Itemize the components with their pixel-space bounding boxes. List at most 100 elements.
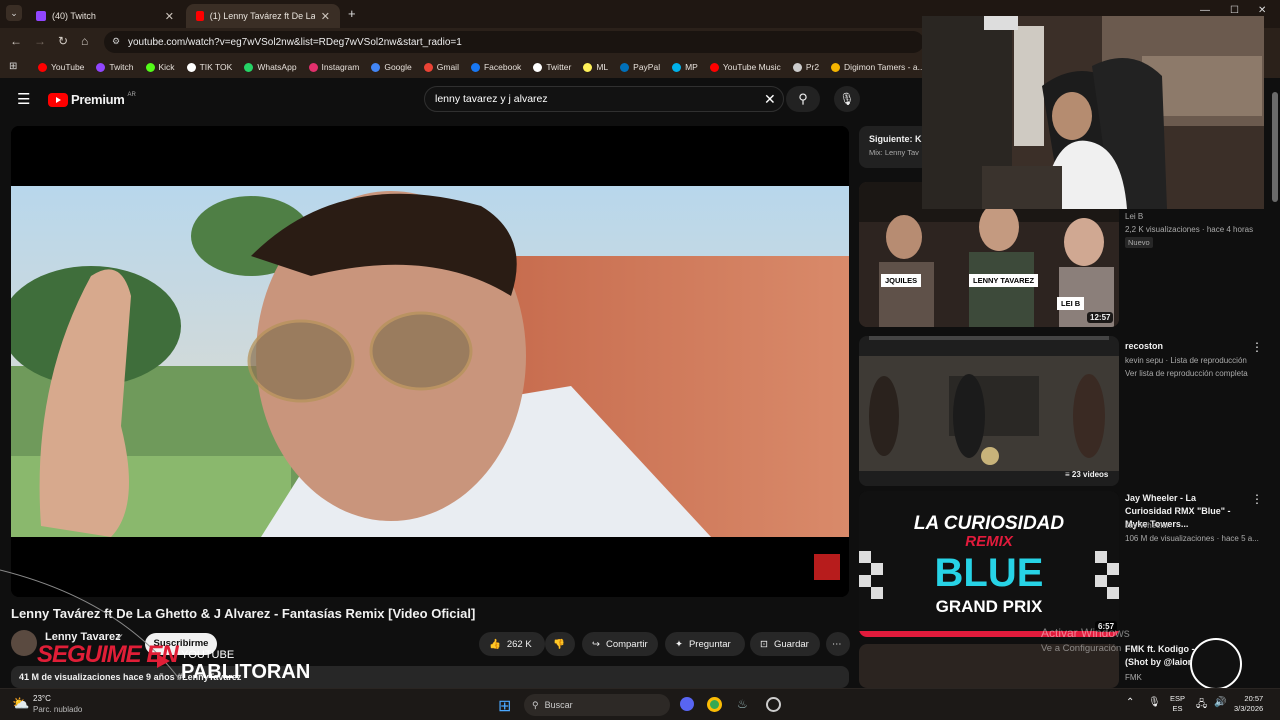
reload-icon[interactable]: ↻ — [58, 34, 68, 48]
volume-icon[interactable]: 🔊 — [1214, 697, 1226, 708]
taskbar: ⛅ 23°C Parc. nublado ⊞ ⚲ Buscar ♨ ⌃ 🎙 ES… — [0, 688, 1280, 720]
address-bar[interactable]: ⚙ youtube.com/watch?v=eg7wVSol2nw&list=R… — [104, 31, 924, 53]
bookmark-item[interactable]: MP — [672, 62, 698, 72]
sidebar-video-thumbnail[interactable]: LA CURIOSIDAD REMIX BLUE GRAND PRIX 6:57 — [859, 491, 1119, 637]
more-options-icon[interactable]: ⋮ — [1251, 340, 1263, 354]
thumb-label: LEI B — [1057, 297, 1085, 310]
close-icon[interactable]: ✕ — [321, 10, 330, 23]
save-button[interactable]: ⊡ Guardar — [750, 632, 820, 656]
bookmark-icon — [620, 62, 630, 72]
bookmark-icon — [709, 62, 719, 72]
bookmark-label: ML — [596, 62, 609, 72]
bookmark-item[interactable]: ML — [583, 62, 608, 72]
like-button[interactable]: 👍 262 K — [479, 632, 545, 656]
back-icon[interactable]: ← — [10, 34, 22, 48]
share-button[interactable]: ↪ Compartir — [582, 632, 658, 656]
bookmark-item[interactable]: YouTube Music — [709, 62, 781, 72]
new-tab-icon[interactable]: + — [348, 6, 356, 21]
menu-icon[interactable]: ☰ — [17, 90, 30, 108]
bookmark-item[interactable]: WhatsApp — [244, 62, 297, 72]
tab-twitch[interactable]: (40) Twitch ✕ — [26, 4, 184, 28]
region-code: AR — [127, 91, 136, 98]
app-icon[interactable] — [766, 697, 781, 712]
bookmark-label: Kick — [158, 62, 175, 72]
microphone-icon[interactable]: 🎙 — [834, 86, 860, 112]
bookmark-item[interactable]: Google — [371, 62, 412, 72]
playlist-count-badge: ≡ 23 videos — [1065, 470, 1108, 479]
bookmark-item[interactable]: Facebook — [470, 62, 521, 72]
bookmark-item[interactable]: Instagram — [308, 62, 360, 72]
view-playlist-link[interactable]: Ver lista de reproducción completa — [1125, 367, 1248, 380]
sidebar-channel[interactable]: Jay Wheeler — [1125, 519, 1169, 532]
weather-desc: Parc. nublado — [33, 705, 83, 714]
minimize-icon[interactable]: — — [1200, 5, 1210, 16]
thumbs-up-icon: 👍 — [489, 638, 501, 650]
more-actions-button[interactable]: ⋯ — [826, 632, 850, 656]
sidebar-channel[interactable]: Lei B — [1125, 210, 1143, 223]
bookmark-item[interactable]: Twitter — [533, 62, 571, 72]
steam-icon[interactable]: ♨ — [737, 697, 748, 711]
bookmark-icon — [308, 62, 318, 72]
duration-badge: 12:57 — [1087, 312, 1114, 323]
bookmark-item[interactable]: PayPal — [620, 62, 660, 72]
forward-icon[interactable]: → — [34, 34, 46, 48]
video-player[interactable] — [11, 126, 849, 597]
bookmark-item[interactable]: Twitch — [96, 62, 134, 72]
new-badge: Nuevo — [1125, 237, 1153, 248]
bookmark-item[interactable]: Pr2 — [792, 62, 819, 72]
network-icon[interactable]: 🖧 — [1196, 697, 1207, 714]
language-indicator[interactable]: ESP ES — [1170, 694, 1185, 714]
bookmark-label: Google — [384, 62, 412, 72]
clear-search-icon[interactable]: ✕ — [764, 91, 776, 108]
site-info-icon[interactable]: ⚙ — [112, 36, 120, 47]
bookmark-item[interactable]: Kick — [145, 62, 175, 72]
language-code: ESP — [1170, 694, 1186, 703]
apps-icon[interactable]: ⊞ — [9, 61, 17, 72]
close-icon[interactable]: ✕ — [165, 10, 174, 23]
share-icon: ↪ — [592, 638, 600, 650]
home-icon[interactable]: ⌂ — [81, 34, 88, 48]
bookmark-label: YouTube Music — [722, 62, 781, 72]
bookmark-label: Instagram — [321, 62, 360, 72]
more-options-icon[interactable]: ⋮ — [1251, 492, 1263, 506]
start-icon[interactable]: ⊞ — [498, 696, 511, 716]
streamer-handle: PABLITORAN — [181, 661, 311, 683]
bookmark-icon — [38, 62, 47, 72]
chrome-icon[interactable] — [707, 697, 722, 712]
bookmark-item[interactable]: YouTube — [38, 62, 84, 72]
thumb-text: GRAND PRIX — [935, 597, 1043, 616]
dislike-button[interactable]: 👎 — [545, 632, 575, 656]
bookmark-label: TIK TOK — [199, 62, 233, 72]
tray-chevron-icon[interactable]: ⌃ — [1126, 697, 1134, 708]
tab-youtube[interactable]: (1) Lenny Tavárez ft De La Ghetto ✕ — [186, 4, 340, 28]
clock[interactable]: 20:57 3/3/2026 — [1234, 694, 1263, 714]
tab-label: (1) Lenny Tavárez ft De La Ghetto — [209, 11, 315, 21]
sidebar-title[interactable]: recoston — [1125, 340, 1245, 353]
window-close-icon[interactable]: ✕ — [1258, 5, 1266, 16]
search-icon: ⚲ — [532, 699, 539, 710]
streamer-logo — [1190, 638, 1242, 690]
taskbar-search[interactable]: ⚲ Buscar — [524, 694, 670, 716]
thumb-text: BLUE — [934, 551, 1044, 595]
bookmark-icon — [145, 62, 155, 72]
tray-mic-icon[interactable]: 🎙 — [1148, 697, 1161, 708]
tab-label: (40) Twitch — [52, 11, 96, 21]
bookmark-label: Gmail — [436, 62, 459, 72]
discord-icon[interactable] — [680, 697, 694, 711]
tab-list-icon[interactable]: ⌄ — [6, 5, 22, 21]
search-input[interactable]: lenny tavarez y j alvarez ✕ — [424, 86, 784, 112]
bookmark-item[interactable]: Gmail — [423, 62, 459, 72]
bookmark-icon — [371, 62, 381, 72]
playlist-header[interactable]: Siguiente: Ki Mix: Lenny Tav — [859, 126, 929, 168]
search-query: lenny tavarez y j alvarez — [435, 93, 548, 105]
url-text: youtube.com/watch?v=eg7wVSol2nw&list=RDe… — [128, 36, 462, 48]
ask-button[interactable]: ✦ Preguntar — [665, 632, 745, 656]
bookmark-item[interactable]: Digimon Tamers - a... — [831, 62, 925, 72]
bookmark-item[interactable]: TIK TOK — [186, 62, 233, 72]
sidebar-channel[interactable]: FMK — [1125, 671, 1142, 684]
maximize-icon[interactable]: ☐ — [1230, 5, 1239, 16]
scrollbar[interactable] — [1272, 92, 1278, 202]
youtube-logo[interactable]: Premium AR — [48, 92, 136, 107]
sidebar-playlist-thumbnail[interactable]: ≡ 23 videos — [859, 336, 1119, 486]
search-icon[interactable]: ⚲ — [786, 86, 820, 112]
